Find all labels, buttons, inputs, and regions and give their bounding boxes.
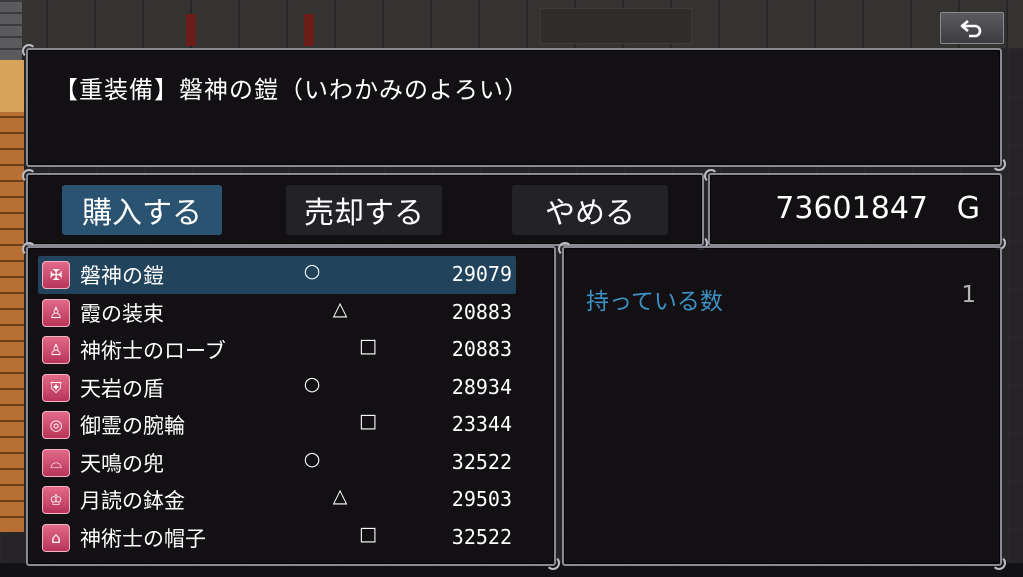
equip-compare-mark: ○ bbox=[303, 447, 321, 470]
item-description: 【重装備】磐神の鎧（いわかみのよろい） bbox=[54, 76, 529, 104]
shop-item-row[interactable]: ♙ 霞の装束 △ 20883 bbox=[38, 294, 516, 332]
item-name: 霞の装束 bbox=[80, 301, 164, 326]
back-button[interactable] bbox=[940, 12, 1004, 44]
headband-icon: ♔ bbox=[42, 486, 70, 514]
shop-item-row[interactable]: ♔ 月読の鉢金 △ 29503 bbox=[38, 481, 516, 519]
brick-wall bbox=[0, 112, 24, 532]
robe-icon: ♙ bbox=[42, 336, 70, 364]
item-price: 32522 bbox=[451, 449, 512, 474]
shop-item-row[interactable]: ⌂ 神術士の帽子 □ 32522 bbox=[38, 519, 516, 557]
equip-compare-mark: □ bbox=[359, 522, 377, 545]
shop-item-row[interactable]: ◎ 御霊の腕輪 □ 23344 bbox=[38, 406, 516, 444]
helmet-icon: ⌓ bbox=[42, 448, 70, 477]
gold-window: 73601847 G bbox=[704, 169, 1006, 250]
item-name: 神術士の帽子 bbox=[80, 526, 206, 551]
help-window: 【重装備】磐神の鎧（いわかみのよろい） bbox=[22, 44, 1006, 171]
equip-compare-mark: □ bbox=[359, 410, 377, 432]
item-name: 天岩の盾 bbox=[80, 376, 164, 401]
stone-wall bbox=[0, 0, 22, 60]
equip-compare-mark: ○ bbox=[303, 260, 321, 282]
item-price: 29079 bbox=[451, 262, 512, 286]
buy-button[interactable]: 購入する bbox=[62, 185, 222, 235]
item-price: 20883 bbox=[451, 337, 512, 361]
gold-amount: 73601847 bbox=[775, 191, 928, 226]
command-window: 購入する 売却する やめる bbox=[22, 169, 708, 250]
item-price: 32522 bbox=[451, 524, 512, 549]
lamp-light bbox=[0, 60, 24, 112]
bracelet-icon: ◎ bbox=[42, 411, 70, 439]
item-list: ✠ 磐神の鎧 ○ 29079 ♙ 霞の装束 △ 20883 ♙ 神術士のローブ □ 20883 ⛨ 天岩の… bbox=[38, 256, 516, 556]
equip-compare-mark: ○ bbox=[303, 372, 321, 395]
shop-item-row[interactable]: ♙ 神術士のローブ □ 20883 bbox=[38, 331, 516, 369]
equip-compare-mark: △ bbox=[332, 297, 348, 320]
owned-count-label: 持っている数 bbox=[586, 289, 723, 315]
hat-icon: ⌂ bbox=[42, 523, 70, 552]
wall-tiles bbox=[0, 0, 1023, 48]
owned-count-value: 1 bbox=[961, 282, 976, 308]
post-decoration bbox=[186, 14, 196, 46]
armor-icon: ✠ bbox=[42, 261, 70, 289]
cancel-button[interactable]: やめる bbox=[512, 185, 668, 235]
post-decoration bbox=[304, 14, 314, 46]
shelf-decoration bbox=[540, 8, 692, 44]
shop-item-row[interactable]: ⌓ 天鳴の兜 ○ 32522 bbox=[38, 444, 516, 482]
item-name: 神術士のローブ bbox=[80, 339, 226, 363]
item-name: 御霊の腕輪 bbox=[80, 414, 185, 438]
robe-icon: ♙ bbox=[42, 298, 70, 327]
equip-compare-mark: □ bbox=[359, 335, 377, 357]
item-name: 磐神の鎧 bbox=[80, 264, 164, 288]
shop-item-list: ✠ 磐神の鎧 ○ 29079 ♙ 霞の装束 △ 20883 ♙ 神術士のローブ □ 20883 ⛨ 天岩の… bbox=[22, 242, 560, 570]
item-price: 29503 bbox=[451, 487, 512, 511]
back-arrow-icon bbox=[960, 20, 982, 38]
item-price: 28934 bbox=[451, 374, 512, 399]
status-window: 持っている数 1 bbox=[558, 242, 1006, 570]
gold-unit: G bbox=[956, 191, 980, 226]
shop-item-row[interactable]: ⛨ 天岩の盾 ○ 28934 bbox=[38, 369, 516, 407]
item-price: 20883 bbox=[451, 299, 512, 324]
shop-item-row[interactable]: ✠ 磐神の鎧 ○ 29079 bbox=[38, 256, 516, 294]
sell-button[interactable]: 売却する bbox=[286, 185, 442, 235]
item-name: 天鳴の兜 bbox=[80, 451, 164, 476]
item-price: 23344 bbox=[451, 412, 512, 436]
equip-compare-mark: △ bbox=[332, 485, 348, 507]
item-name: 月読の鉢金 bbox=[80, 489, 185, 513]
shield-icon: ⛨ bbox=[42, 373, 70, 402]
